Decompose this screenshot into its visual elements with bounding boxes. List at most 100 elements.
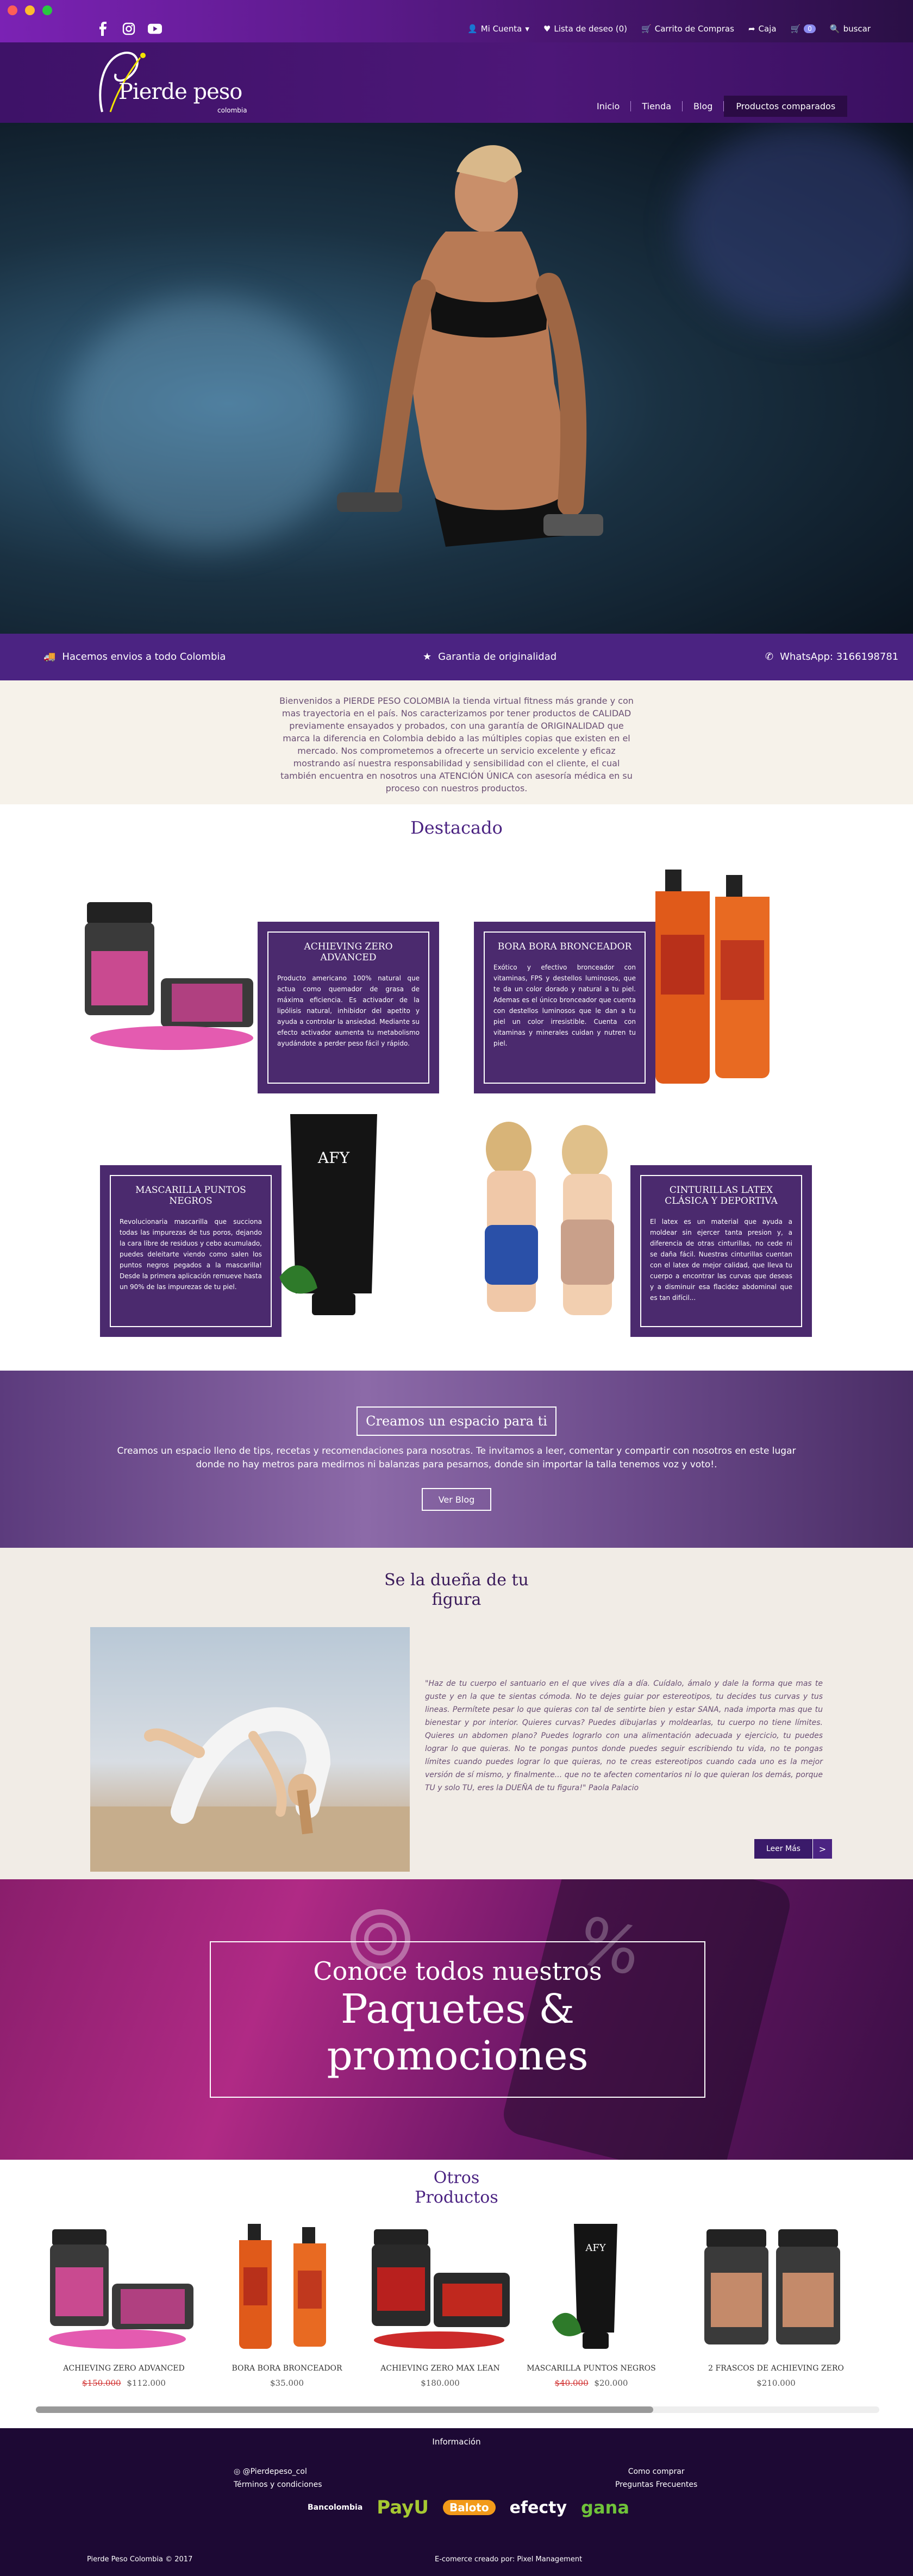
blog-title: Creamos un espacio para ti	[357, 1406, 556, 1436]
benefits-strip: 🚚 Hacemos envios a todo Colombia ★ Garan…	[0, 634, 913, 680]
card-cinturillas[interactable]: CINTURILLAS LATEX CLÁSICA Y DEPORTIVA El…	[630, 1165, 812, 1337]
card-title: ACHIEVING ZERO ADVANCED	[304, 941, 393, 963]
product-name[interactable]: ACHIEVING ZERO MAX LEAN	[363, 2364, 517, 2373]
product-image[interactable]	[210, 2224, 364, 2354]
cart-count-button[interactable]: 🛒 0	[791, 24, 816, 34]
otros-productos-title: Otros Productos	[0, 2168, 913, 2208]
card-text: Revolucionaria mascarilla que succiona t…	[120, 1218, 262, 1291]
card-mascarilla[interactable]: MASCARILLA PUNTOS NEGROS Revolucionaria …	[100, 1165, 282, 1337]
card-title: MASCARILLA PUNTOS NEGROS	[135, 1185, 246, 1206]
site-header: Pierde peso colombia Inicio Tienda Blog …	[0, 42, 913, 123]
product-price: $150.000 $112.000	[47, 2378, 201, 2388]
promo-box: Conoce todos nuestros Paquetes & promoci…	[210, 1941, 705, 2098]
leer-mas-button[interactable]: Leer Más >	[754, 1839, 832, 1859]
product-card[interactable]: BORA BORA BRONCEADOR $35.000	[210, 2224, 364, 2388]
product-image[interactable]	[699, 2224, 853, 2354]
figura-section: Se la dueña de tu figura "Haz de tu cuer…	[0, 1548, 913, 1879]
star-icon: ★	[423, 651, 432, 662]
card-inner: CINTURILLAS LATEX CLÁSICA Y DEPORTIVA El…	[640, 1175, 802, 1327]
otros-title-line2: Productos	[415, 2188, 498, 2207]
top-bar: 👤 Mi Cuenta ▾ ♥ Lista de deseo (0) 🛒 Car…	[0, 0, 913, 42]
cart-icon: 🛒	[790, 24, 801, 34]
product-card[interactable]: 2 FRASCOS DE ACHIEVING ZERO $210.000	[699, 2224, 853, 2388]
figura-quote: "Haz de tu cuerpo el santuario en el que…	[425, 1679, 823, 1792]
card-achieving-zero[interactable]: ACHIEVING ZERO ADVANCED Producto america…	[258, 922, 439, 1093]
account-label: Mi Cuenta	[480, 24, 522, 34]
payment-logos: Bancolombia PayU Baloto efecty gana	[308, 2497, 629, 2518]
close-dot[interactable]	[8, 5, 17, 15]
footer-terms-link[interactable]: Términos y condiciones	[234, 2478, 322, 2491]
ver-blog-button[interactable]: Ver Blog	[422, 1488, 491, 1511]
carousel-scrollbar[interactable]	[36, 2406, 879, 2413]
product-image[interactable]	[363, 2224, 517, 2354]
promo-banner[interactable]: % Conoce todos nuestros Paquetes & promo…	[0, 1879, 913, 2160]
youtube-icon[interactable]	[148, 22, 162, 36]
whatsapp-info[interactable]: ✆ WhatsApp: 3166198781	[765, 651, 898, 662]
footer-how-to-buy-link[interactable]: Como comprar	[615, 2465, 697, 2478]
intro-text: Bienvenidos a PIERDE PESO COLOMBIA la ti…	[279, 696, 634, 793]
product-image[interactable]	[47, 2224, 201, 2354]
product-current-price: $210.000	[756, 2378, 796, 2388]
chevron-right-icon: >	[812, 1839, 832, 1859]
hero-image	[0, 123, 913, 634]
logo-text: Pierde peso	[118, 79, 242, 104]
footer-info-title: Información	[432, 2437, 481, 2447]
product-image-achieving-zero[interactable]	[79, 891, 259, 1054]
cart-label: Carrito de Compras	[654, 24, 734, 34]
instagram-icon[interactable]	[122, 22, 136, 36]
product-image-mascarilla[interactable]: AFY	[279, 1114, 388, 1321]
product-current-price: $180.000	[421, 2378, 460, 2388]
card-bora-bora[interactable]: BORA BORA BRONCEADOR Exótico y efectivo …	[474, 922, 655, 1093]
search-button[interactable]: 🔍 buscar	[830, 24, 871, 34]
card-text: Exótico y efectivo bronceador con vitami…	[493, 964, 636, 1047]
product-name[interactable]: ACHIEVING ZERO ADVANCED	[47, 2364, 201, 2373]
product-old-price: $150.000	[82, 2378, 121, 2388]
window-controls	[8, 5, 52, 15]
product-name[interactable]: 2 FRASCOS DE ACHIEVING ZERO	[699, 2364, 853, 2373]
product-card[interactable]: AFY MASCARILLA PUNTOS NEGROS $40.000 $20…	[514, 2224, 668, 2388]
footer-faq-link[interactable]: Preguntas Frecuentes	[615, 2478, 697, 2491]
product-card[interactable]: ACHIEVING ZERO MAX LEAN $180.000	[363, 2224, 517, 2388]
figura-title-line1: Se la dueña de tu	[384, 1571, 529, 1590]
intro-section: Bienvenidos a PIERDE PESO COLOMBIA la ti…	[0, 680, 913, 804]
wishlist-link[interactable]: ♥ Lista de deseo (0)	[543, 24, 627, 34]
site-footer: Información ◎ @Pierdepeso_col Términos y…	[0, 2428, 913, 2576]
nav-productos-comparados[interactable]: Productos comparados	[724, 96, 848, 117]
footer-instagram-link[interactable]: ◎ @Pierdepeso_col	[234, 2465, 322, 2478]
main-nav: Inicio Tienda Blog Productos comparados	[586, 96, 848, 117]
credit-text: E-comerce creado por: Pixel Management	[435, 2555, 583, 2564]
nav-inicio[interactable]: Inicio	[586, 101, 631, 111]
baloto-logo: Baloto	[442, 2500, 496, 2515]
originality-info: ★ Garantia de originalidad	[423, 651, 556, 662]
cart-link[interactable]: 🛒 Carrito de Compras	[641, 24, 734, 34]
product-old-price: $40.000	[554, 2378, 589, 2388]
originality-label: Garantia de originalidad	[438, 651, 557, 662]
carousel-scroll-thumb[interactable]	[36, 2406, 653, 2413]
minimize-dot[interactable]	[25, 5, 35, 15]
product-card[interactable]: ACHIEVING ZERO ADVANCED $150.000 $112.00…	[47, 2224, 201, 2388]
nav-blog[interactable]: Blog	[683, 101, 724, 111]
product-name[interactable]: BORA BORA BRONCEADOR	[210, 2364, 364, 2373]
product-price: $210.000	[699, 2378, 853, 2388]
svg-text:AFY: AFY	[317, 1149, 350, 1167]
promo-line3: promociones	[327, 2033, 589, 2079]
product-image[interactable]: AFY	[514, 2224, 668, 2354]
product-price: $40.000 $20.000	[514, 2378, 668, 2388]
product-current-price: $35.000	[270, 2378, 304, 2388]
product-image-bora-bora[interactable]	[650, 870, 775, 1087]
leer-mas-label: Leer Más	[754, 1839, 812, 1859]
checkout-link[interactable]: ➦ Caja	[748, 24, 777, 34]
product-name[interactable]: MASCARILLA PUNTOS NEGROS	[514, 2364, 668, 2373]
facebook-icon[interactable]	[96, 22, 110, 36]
product-image-cinturillas[interactable]	[460, 1111, 639, 1328]
maximize-dot[interactable]	[42, 5, 52, 15]
account-menu[interactable]: 👤 Mi Cuenta ▾	[467, 24, 529, 34]
card-title: CINTURILLAS LATEX CLÁSICA Y DEPORTIVA	[665, 1185, 778, 1206]
nav-tienda[interactable]: Tienda	[631, 101, 683, 111]
fitness-model-illustration	[337, 145, 603, 547]
cart-count-badge: 0	[804, 24, 816, 33]
site-logo[interactable]: Pierde peso colombia	[91, 47, 254, 117]
yoga-photo	[90, 1627, 410, 1872]
shipping-info: 🚚 Hacemos envios a todo Colombia	[43, 651, 226, 662]
footer-links-right: Como comprar Preguntas Frecuentes	[615, 2465, 697, 2491]
